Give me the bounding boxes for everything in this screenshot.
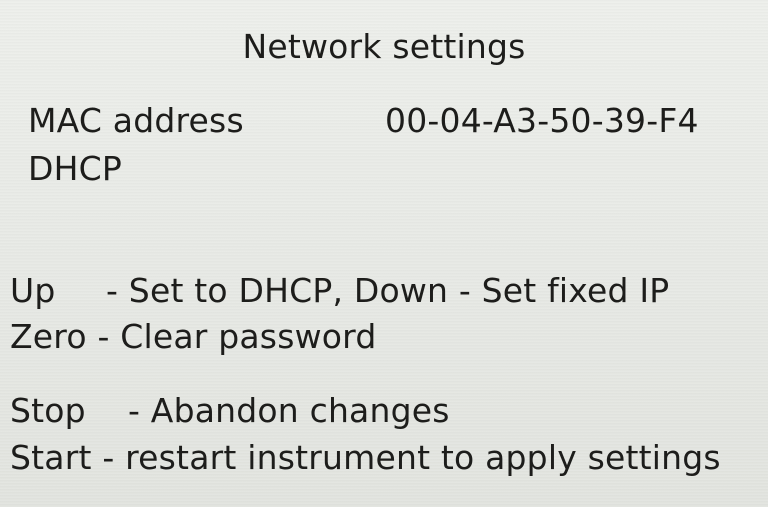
mac-address-value: 00-04-A3-50-39-F4 bbox=[385, 101, 699, 140]
key-hint-up-down: Up - Set to DHCP, Down - Set fixed IP bbox=[10, 274, 669, 307]
stop-key-label: Stop bbox=[10, 391, 86, 430]
up-down-key-action: - Set to DHCP, Down - Set fixed IP bbox=[106, 271, 670, 310]
key-hint-stop: Stop - Abandon changes bbox=[10, 394, 450, 427]
zero-key-label: Zero bbox=[10, 317, 87, 356]
dhcp-label: DHCP bbox=[28, 149, 122, 188]
stop-key-action: - Abandon changes bbox=[128, 391, 450, 430]
mac-address-label: MAC address bbox=[28, 101, 244, 140]
network-settings-screen: Network settings MAC address 00-04-A3-50… bbox=[0, 0, 768, 507]
key-hint-start: Start - restart instrument to apply sett… bbox=[10, 441, 721, 474]
zero-key-action: - Clear password bbox=[86, 317, 377, 356]
up-key-label: Up bbox=[10, 271, 56, 310]
start-key-action: - restart instrument to apply settings bbox=[91, 438, 721, 477]
key-hint-zero: Zero - Clear password bbox=[10, 320, 377, 353]
page-title: Network settings bbox=[242, 27, 526, 66]
start-key-label: Start bbox=[10, 438, 92, 477]
